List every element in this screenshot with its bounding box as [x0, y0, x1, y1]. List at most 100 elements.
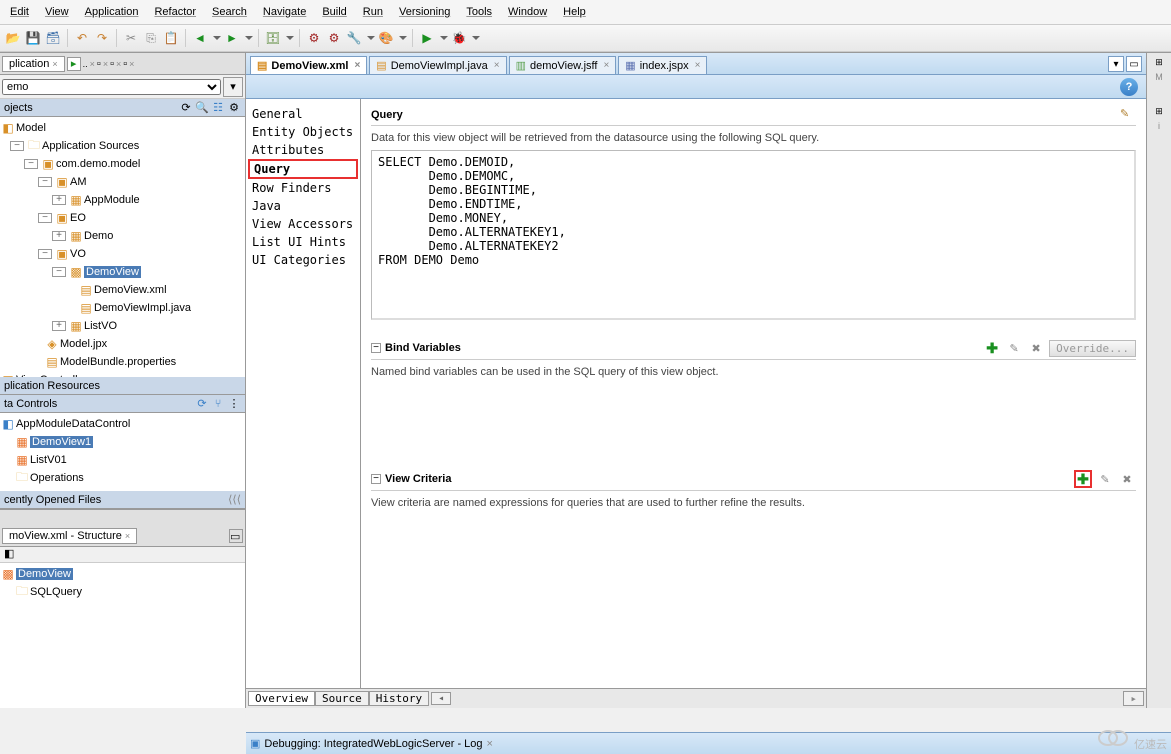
tablist-icon[interactable]: ▾ — [1108, 56, 1124, 72]
paste-icon[interactable]: 📋 — [162, 29, 180, 47]
tree-node-eo[interactable]: EO — [70, 212, 86, 224]
menu-application[interactable]: Application — [79, 4, 145, 20]
delete-icon[interactable]: ✖ — [1118, 470, 1136, 488]
delete-icon[interactable]: ✖ — [1027, 339, 1045, 357]
struct-demoview[interactable]: DemoView — [16, 568, 73, 580]
datacontrols-tree[interactable]: ◧AppModuleDataControl ▦DemoView1 ▦ListV0… — [0, 413, 245, 491]
menu-tools[interactable]: Tools — [460, 4, 498, 20]
dc-root[interactable]: AppModuleDataControl — [16, 418, 130, 430]
tab-glyph-icon[interactable]: ▫ — [97, 58, 101, 70]
minimize-icon[interactable]: ▭ — [229, 529, 243, 543]
tab-index-jspx[interactable]: ▦index.jspx× — [618, 56, 707, 74]
expand-icon[interactable]: ⊞ — [1155, 106, 1163, 117]
tab-source[interactable]: Source — [315, 691, 369, 706]
recent-header[interactable]: cently Opened Files⟨⟨⟨ — [0, 491, 245, 509]
tab-glyph-icon[interactable]: ▫ — [123, 58, 127, 70]
find-icon[interactable]: 🔍 — [195, 101, 209, 115]
collapse-icon[interactable]: − — [371, 343, 381, 353]
tree-node-appsources[interactable]: Application Sources — [42, 140, 139, 152]
nav-listui[interactable]: List UI Hints — [246, 233, 360, 251]
close-icon[interactable]: × — [695, 60, 701, 71]
tree-node-model-jpx[interactable]: Model.jpx — [60, 338, 107, 350]
tab-glyph-icon[interactable]: ▫ — [110, 58, 114, 70]
tab-history[interactable]: History — [369, 691, 429, 706]
close-icon[interactable]: × — [354, 60, 360, 71]
tab-demoview-xml[interactable]: ▤DemoView.xml× — [250, 56, 367, 74]
collapse-icon[interactable]: − — [371, 474, 381, 484]
scroll-right-icon[interactable]: ▸ — [1123, 691, 1144, 706]
dc-listv01[interactable]: ListV01 — [30, 454, 67, 466]
tab-scroll-icon[interactable]: ◂ — [431, 692, 451, 705]
projects-tree[interactable]: ◧Model −🗀Application Sources −▣com.demo.… — [0, 117, 245, 377]
menu-search[interactable]: Search — [206, 4, 253, 20]
filter-icon[interactable]: ⑂ — [211, 397, 225, 411]
filter-icon[interactable]: ☷ — [211, 101, 225, 115]
struct-sqlquery[interactable]: SQLQuery — [30, 586, 82, 598]
menu-window[interactable]: Window — [502, 4, 553, 20]
menu-versioning[interactable]: Versioning — [393, 4, 456, 20]
add-icon[interactable]: ✚ — [983, 339, 1001, 357]
copy-icon[interactable]: ⎘ — [142, 29, 160, 47]
nav-attributes[interactable]: Attributes — [246, 141, 360, 159]
tree-node-demoview-xml[interactable]: DemoView.xml — [94, 284, 167, 296]
close-icon[interactable]: × — [603, 60, 609, 71]
cut-icon[interactable]: ✂ — [122, 29, 140, 47]
edit-icon[interactable]: ✎ — [1005, 339, 1023, 357]
menu-build[interactable]: Build — [316, 4, 352, 20]
menu-view[interactable]: View — [39, 4, 75, 20]
nav-viewaccessors[interactable]: View Accessors — [246, 215, 360, 233]
dc-demoview1[interactable]: DemoView1 — [30, 436, 93, 448]
application-combo[interactable]: emo — [2, 79, 221, 95]
nav-general[interactable]: General — [246, 105, 360, 123]
dc-operations[interactable]: Operations — [30, 472, 84, 484]
forward-icon[interactable]: ► — [223, 29, 241, 47]
edit-icon[interactable]: ✎ — [1096, 470, 1114, 488]
close-icon[interactable]: × — [494, 60, 500, 71]
expand-icon[interactable]: ⊞ — [1155, 57, 1163, 68]
db-icon[interactable]: 🗄 — [264, 29, 282, 47]
refresh-icon[interactable]: ⟳ — [179, 101, 193, 115]
tree-node-demoview[interactable]: DemoView — [84, 266, 141, 278]
add-icon[interactable]: ✚ — [1074, 470, 1092, 488]
menu-refactor[interactable]: Refactor — [148, 4, 202, 20]
nav-rowfinders[interactable]: Row Finders — [246, 179, 360, 197]
close-icon[interactable]: × — [90, 59, 95, 69]
save-icon[interactable]: 💾 — [24, 29, 42, 47]
palette-icon[interactable]: 🎨 — [377, 29, 395, 47]
close-icon[interactable]: × — [125, 531, 130, 541]
app-tab[interactable]: plication× — [2, 56, 65, 72]
tab-demoview-jsff[interactable]: ▥demoView.jsff× — [509, 56, 617, 74]
close-icon[interactable]: × — [52, 59, 57, 69]
run-small-icon[interactable]: ▸ — [67, 57, 81, 71]
menu-navigate[interactable]: Navigate — [257, 4, 312, 20]
back-icon[interactable]: ◄ — [191, 29, 209, 47]
sql-textarea[interactable]: SELECT Demo.DEMOID, Demo.DEMOMC, Demo.BE… — [371, 150, 1136, 320]
undo-icon[interactable]: ↶ — [73, 29, 91, 47]
redo-icon[interactable]: ↷ — [93, 29, 111, 47]
menu-edit[interactable]: Edit — [4, 4, 35, 20]
refresh-icon[interactable]: ⟳ — [195, 397, 209, 411]
nav-query[interactable]: Query — [248, 159, 358, 179]
maximize-icon[interactable]: ▭ — [1126, 56, 1142, 72]
help-icon[interactable]: ? — [1120, 78, 1138, 96]
menu-help[interactable]: Help — [557, 4, 592, 20]
app-menu-button[interactable]: ▾ — [223, 77, 243, 97]
override-button[interactable]: Override... — [1049, 340, 1136, 357]
make-icon[interactable]: ⚙ — [305, 29, 323, 47]
status-text[interactable]: Debugging: IntegratedWebLogicServer - Lo… — [264, 738, 482, 750]
tab-demoviewimpl[interactable]: ▤DemoViewImpl.java× — [369, 56, 506, 74]
datacontrols-header[interactable]: ta Controls ⟳⑂⋮ — [0, 395, 245, 413]
run-icon[interactable]: ▶ — [418, 29, 436, 47]
rebuild-icon[interactable]: ⚙ — [325, 29, 343, 47]
tree-node-demo[interactable]: Demo — [84, 230, 113, 242]
debug-icon[interactable]: 🐞 — [450, 29, 468, 47]
structure-tab[interactable]: moView.xml - Structure× — [2, 528, 137, 544]
more-icon[interactable]: ⋮ — [227, 397, 241, 411]
menu-run[interactable]: Run — [357, 4, 389, 20]
tree-node-vo[interactable]: VO — [70, 248, 86, 260]
nav-entity[interactable]: Entity Objects — [246, 123, 360, 141]
tree-node-appmodule[interactable]: AppModule — [84, 194, 140, 206]
collapse-icon[interactable]: ◧ — [4, 548, 14, 560]
close-icon[interactable]: × — [487, 738, 493, 750]
tree-node-am[interactable]: AM — [70, 176, 87, 188]
